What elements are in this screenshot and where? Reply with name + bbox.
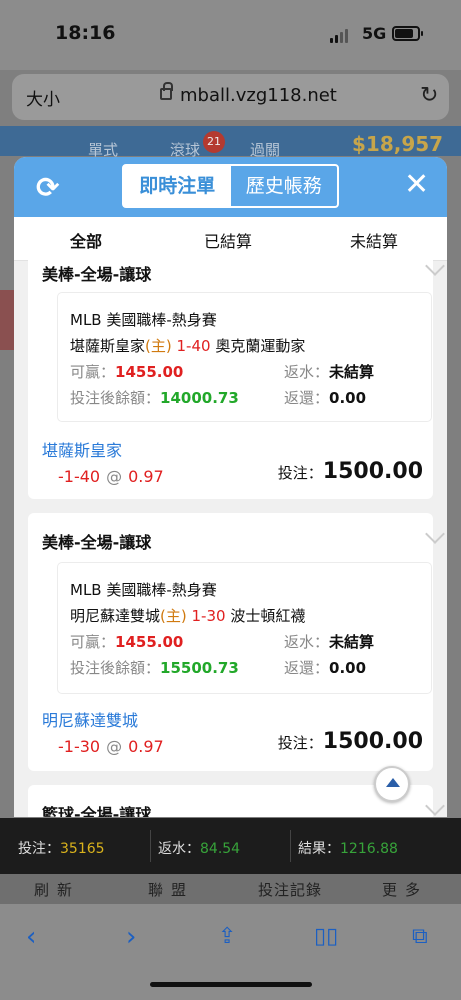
tab-settled[interactable]: 已結算	[204, 228, 252, 252]
bg-balance: $18,957	[352, 132, 444, 156]
status-bar: 18:16 5G	[0, 0, 461, 70]
away-team: 波士頓紅襪	[230, 607, 306, 625]
chevron-down-icon[interactable]	[425, 796, 445, 816]
bet-category: 美棒-全場-讓球	[42, 265, 152, 284]
share-icon[interactable]: ⇪	[218, 924, 236, 949]
matchup: 明尼蘇達雙城(主) 1-30 波士頓紅襪	[70, 605, 305, 626]
league-name: MLB 美國職棒-熱身賽	[70, 311, 217, 329]
rebate-status: 返水：未結算	[284, 633, 375, 651]
bet-card: 籃球-全場-讓球	[28, 785, 445, 817]
clock: 18:16	[55, 22, 116, 44]
line: 1-40	[176, 337, 211, 355]
win-amount: 可贏：1455.00	[70, 633, 184, 651]
rebate-status: 返水：未結算	[284, 363, 375, 381]
background-edge	[0, 290, 14, 350]
refresh-icon[interactable]: ⟳	[36, 171, 59, 204]
total-result: 結果：1216.88	[298, 841, 398, 857]
tabs-icon[interactable]: ⧉	[412, 924, 428, 949]
battery-tip	[421, 31, 423, 36]
return-amount: 返還：0.00	[284, 389, 367, 407]
tab-unsettled[interactable]: 未結算	[350, 228, 398, 252]
total-rebate: 返水：84.54	[158, 841, 241, 857]
picked-team: 明尼蘇達雙城	[42, 711, 139, 730]
nav-refresh[interactable]: 刷新	[34, 879, 80, 900]
forward-icon[interactable]: ›	[126, 922, 136, 952]
bookmarks-icon[interactable]: ▯▯	[314, 924, 338, 949]
modal-header: ⟳ 即時注單 歷史帳務 ✕	[14, 157, 447, 217]
bet-category: 美棒-全場-讓球	[42, 533, 152, 552]
line: 1-30	[191, 607, 226, 625]
picked-team: 堪薩斯皇家	[42, 441, 123, 460]
nav-more[interactable]: 更多	[382, 879, 428, 900]
url-text[interactable]: mball.vzg118.net	[180, 85, 337, 106]
segment-control: 即時注單 歷史帳務	[122, 164, 339, 208]
close-icon[interactable]: ✕	[404, 167, 429, 202]
address-bar[interactable]: 大小 mball.vzg118.net ↻	[12, 74, 449, 120]
handicap-odds: -1-30 @0.97	[58, 737, 164, 756]
lock-icon	[160, 82, 173, 100]
tab-all[interactable]: 全部	[70, 228, 102, 252]
battery-icon	[392, 26, 420, 41]
chevron-down-icon[interactable]	[425, 524, 445, 544]
network-type: 5G	[362, 24, 387, 43]
bet-detail-box: MLB 美國職棒-熱身賽 明尼蘇達雙城(主) 1-30 波士頓紅襪 可贏：145…	[58, 563, 431, 693]
bet-category: 籃球-全場-讓球	[42, 805, 152, 817]
live-count-badge: 21	[203, 131, 225, 153]
nav-league[interactable]: 聯盟	[148, 879, 194, 900]
scroll-top-button[interactable]	[374, 766, 410, 802]
divider	[290, 830, 291, 862]
stake-amount: 投注：1500.00	[277, 729, 423, 754]
signal-icon	[330, 29, 348, 43]
away-team: 奧克蘭運動家	[215, 337, 306, 355]
reload-icon[interactable]: ↻	[420, 83, 438, 108]
segment-history[interactable]: 歷史帳務	[231, 166, 338, 206]
balance-after: 投注後餘額：14000.73	[70, 389, 239, 407]
divider	[150, 830, 151, 862]
return-amount: 返還：0.00	[284, 659, 367, 677]
summary-bar: 投注：35165 返水：84.54 結果：1216.88	[0, 818, 461, 874]
league-name: MLB 美國職棒-熱身賽	[70, 581, 217, 599]
bet-detail-box: MLB 美國職棒-熱身賽 堪薩斯皇家(主) 1-40 奧克蘭運動家 可贏：145…	[58, 293, 431, 421]
bet-card: 美棒-全場-讓球 MLB 美國職棒-熱身賽 堪薩斯皇家(主) 1-40 奧克蘭運…	[28, 251, 445, 499]
text-size-button[interactable]: 大小	[26, 85, 60, 110]
stake-amount: 投注：1500.00	[277, 459, 423, 484]
back-icon[interactable]: ‹	[26, 922, 36, 952]
home-team: 堪薩斯皇家	[70, 337, 146, 355]
bet-slip-modal: ⟳ 即時注單 歷史帳務 ✕ 全部 已結算 未結算 美棒-全場-讓球 MLB 美國…	[14, 157, 447, 817]
bet-card: 美棒-全場-讓球 MLB 美國職棒-熱身賽 明尼蘇達雙城(主) 1-30 波士頓…	[28, 513, 445, 771]
segment-live-bets[interactable]: 即時注單	[124, 166, 231, 206]
win-amount: 可贏：1455.00	[70, 363, 184, 381]
matchup: 堪薩斯皇家(主) 1-40 奧克蘭運動家	[70, 335, 305, 356]
app-bottom-nav: 刷新 聯盟 投注記錄 更多	[0, 874, 461, 904]
total-bet: 投注：35165	[18, 841, 105, 857]
handicap-odds: -1-40 @0.97	[58, 467, 164, 486]
background-tabs: 單式 滾球 21 過關 $18,957	[0, 126, 461, 159]
balance-after: 投注後餘額：15500.73	[70, 659, 239, 677]
home-mark: (主)	[145, 337, 172, 355]
home-indicator	[150, 982, 312, 987]
home-mark: (主)	[160, 607, 187, 625]
home-team: 明尼蘇達雙城	[70, 607, 161, 625]
nav-bet-records[interactable]: 投注記錄	[258, 879, 322, 900]
